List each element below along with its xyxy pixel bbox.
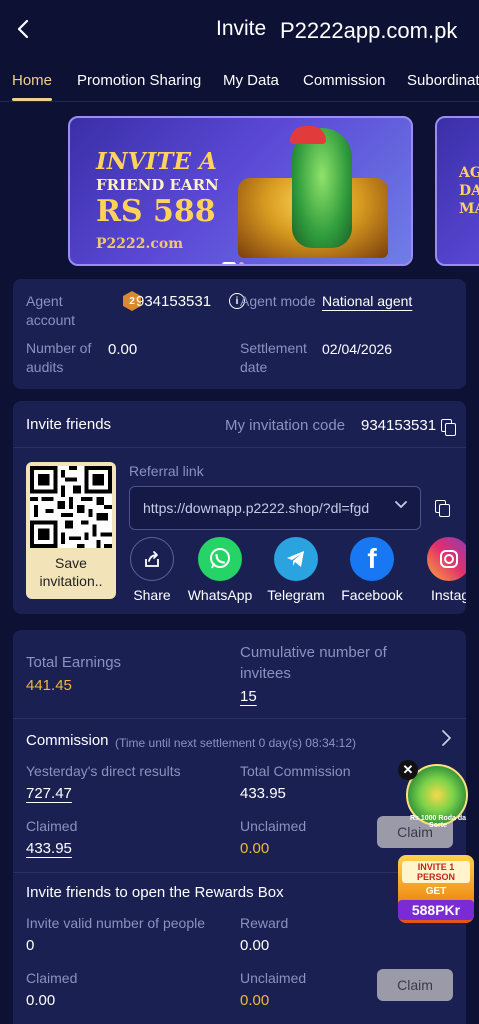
tab-promotion-sharing[interactable]: Promotion Sharing bbox=[77, 72, 201, 89]
commission-unclaimed-label: Unclaimed bbox=[240, 818, 307, 834]
carousel-dots bbox=[222, 254, 262, 264]
yesterday-results-label: Yesterday's direct results bbox=[26, 763, 181, 779]
mascot-image bbox=[292, 128, 352, 248]
rewards-claimed-label: Claimed bbox=[26, 970, 78, 986]
lucky-wheel-text: Rs 1000 Roda da Sorte bbox=[409, 815, 467, 829]
tab-bar: Home Promotion Sharing My Data Commissio… bbox=[0, 58, 479, 102]
agent-mode-label: Agent mode bbox=[240, 293, 316, 309]
commission-timer: (Time until next settlement 0 day(s) 08:… bbox=[115, 736, 356, 750]
banner-line1: INVITE A bbox=[96, 148, 217, 175]
rewards-claimed-value: 0.00 bbox=[26, 992, 56, 1009]
whatsapp-label: WhatsApp bbox=[187, 587, 253, 603]
invite-widget-get-text: GET bbox=[425, 886, 447, 897]
commission-claimed-value[interactable]: 433.95 bbox=[26, 840, 72, 857]
total-earnings-value: 441.45 bbox=[26, 677, 72, 694]
commission-title: Commission bbox=[26, 732, 109, 749]
banner-next-text: AG DAI MA bbox=[459, 165, 479, 217]
chevron-left-icon bbox=[17, 19, 29, 39]
top-bar: Invite P2222app.com.pk bbox=[0, 0, 479, 58]
banner-line2: FRIEND EARN bbox=[96, 176, 219, 194]
promo-banner-next[interactable]: AG DAI MA bbox=[435, 116, 479, 266]
invite-widget-top-text: INVITE 1 PERSON bbox=[402, 861, 470, 883]
tab-subordinate[interactable]: Subordinat bbox=[407, 72, 479, 89]
valid-people-label: Invite valid number of people bbox=[26, 915, 205, 931]
commission-unclaimed-value: 0.00 bbox=[240, 840, 270, 857]
telegram-label: Telegram bbox=[267, 587, 325, 603]
back-button[interactable] bbox=[10, 14, 36, 44]
tab-home[interactable]: Home bbox=[12, 72, 52, 89]
divider bbox=[13, 718, 466, 719]
cumulative-invitees-label: Cumulative number of invitees bbox=[240, 644, 387, 682]
qr-code-icon bbox=[30, 466, 112, 548]
referral-link-label: Referral link bbox=[129, 463, 204, 479]
instagram-label: Instag bbox=[431, 587, 466, 603]
banner-line3: RS 588 bbox=[96, 194, 216, 229]
tab-my-data[interactable]: My Data bbox=[223, 72, 279, 89]
settlement-value: 02/04/2026 bbox=[322, 341, 393, 357]
rewards-unclaimed-value: 0.00 bbox=[240, 992, 270, 1009]
divider bbox=[13, 447, 466, 448]
invitation-code-value: 934153531 bbox=[361, 417, 437, 434]
settlement-label: Settlement date bbox=[240, 340, 307, 375]
agent-account-label: Agent account bbox=[26, 293, 76, 328]
invite-reward-widget[interactable]: INVITE 1 PERSON GET 588PKr bbox=[398, 855, 474, 923]
cumulative-invitees-value[interactable]: 15 bbox=[240, 688, 257, 705]
yesterday-results-value[interactable]: 727.47 bbox=[26, 785, 72, 802]
share-telegram[interactable]: Telegram bbox=[256, 537, 336, 603]
facebook-label: Facebook bbox=[341, 587, 403, 603]
page-title: Invite bbox=[216, 17, 267, 40]
total-earnings-label: Total Earnings bbox=[26, 654, 122, 671]
share-icon bbox=[130, 537, 174, 581]
qr-card[interactable]: Save invitation.. bbox=[26, 462, 116, 599]
chevron-down-icon bbox=[394, 497, 408, 516]
promo-banner[interactable]: INVITE A FRIEND EARN RS 588 P2222.com bbox=[68, 116, 413, 266]
agent-info-card: Agent account 2 934153531 i Agent mode N… bbox=[13, 279, 466, 389]
share-whatsapp[interactable]: WhatsApp bbox=[180, 537, 260, 603]
agent-mode-value[interactable]: National agent bbox=[322, 293, 412, 309]
instagram-icon bbox=[427, 537, 466, 581]
agent-account-value: 934153531 bbox=[136, 293, 212, 310]
mascot-hat bbox=[290, 126, 326, 144]
site-domain: P2222app.com.pk bbox=[280, 18, 458, 43]
audits-label: Number of audits bbox=[26, 340, 92, 375]
invite-friends-card: Invite friends My invitation code 934153… bbox=[13, 401, 466, 614]
rewards-claim-button[interactable]: Claim bbox=[377, 969, 453, 1001]
total-commission-value: 433.95 bbox=[240, 785, 286, 802]
facebook-icon: f bbox=[350, 537, 394, 581]
chevron-right-icon[interactable] bbox=[440, 729, 452, 753]
valid-people-value: 0 bbox=[26, 937, 35, 954]
invitation-code-label: My invitation code bbox=[225, 417, 346, 434]
earnings-card: Total Earnings 441.45 Cumulative number … bbox=[13, 630, 466, 1024]
invite-widget-amount: 588PKr bbox=[398, 900, 474, 920]
save-invitation-button[interactable]: Save invitation.. bbox=[26, 554, 116, 590]
telegram-icon bbox=[274, 537, 318, 581]
rewards-unclaimed-label: Unclaimed bbox=[240, 970, 307, 986]
total-commission-label: Total Commission bbox=[240, 763, 351, 779]
commission-claimed-label: Claimed bbox=[26, 818, 78, 834]
banner-logo: P2222.com bbox=[96, 236, 184, 252]
share-facebook[interactable]: f Facebook bbox=[332, 537, 412, 603]
active-tab-indicator bbox=[12, 98, 52, 101]
tab-commission[interactable]: Commission bbox=[303, 72, 386, 89]
referral-link-select[interactable]: https://downapp.p2222.shop/?dl=fgd bbox=[129, 486, 421, 530]
audits-value: 0.00 bbox=[108, 341, 138, 358]
reward-label: Reward bbox=[240, 915, 289, 931]
referral-link-value: https://downapp.p2222.shop/?dl=fgd bbox=[143, 500, 370, 516]
qr-code-image bbox=[30, 466, 112, 548]
copy-link-icon[interactable] bbox=[435, 500, 450, 517]
whatsapp-icon bbox=[198, 537, 242, 581]
rewards-box-title: Invite friends to open the Rewards Box bbox=[26, 884, 284, 901]
reward-value: 0.00 bbox=[240, 937, 270, 954]
copy-code-icon[interactable] bbox=[441, 419, 456, 436]
share-instagram[interactable]: Instag bbox=[401, 537, 466, 603]
close-icon[interactable]: ✕ bbox=[398, 760, 418, 780]
invite-title: Invite friends bbox=[26, 416, 112, 433]
